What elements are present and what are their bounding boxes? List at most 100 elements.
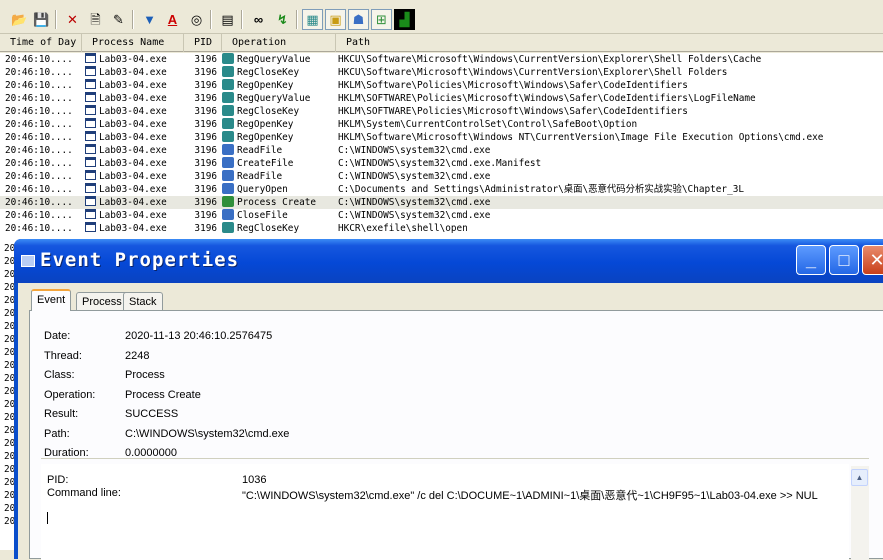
operation-name: RegCloseKey [237, 223, 300, 234]
filter-icon[interactable]: ▼ [139, 9, 160, 30]
process-name: Lab03-04.exe [99, 184, 167, 195]
column-time-of-day[interactable]: Time of Day [0, 34, 82, 52]
process-name: Lab03-04.exe [99, 106, 167, 117]
process-name: Lab03-04.exe [99, 158, 167, 169]
pid-label: PID: [47, 474, 69, 486]
process-icon [85, 105, 96, 115]
scroll-up-button[interactable]: ▲ [851, 469, 868, 486]
result-value: SUCCESS [125, 408, 179, 420]
network-activity-icon[interactable]: ☗ [348, 9, 369, 30]
close-button[interactable]: ✕ [862, 245, 883, 275]
dialog-titlebar[interactable]: Event Properties _ □ ✕ [14, 239, 883, 283]
process-name: Lab03-04.exe [99, 80, 167, 91]
table-row[interactable]: 20:46:10.... Lab03-04.exe 3196 RegCloseKey H… [0, 222, 883, 235]
process-name: Lab03-04.exe [99, 67, 167, 78]
operation-name: RegOpenKey [237, 132, 294, 143]
process-icon [85, 53, 96, 63]
maximize-button[interactable]: □ [829, 245, 859, 275]
process-name: Lab03-04.exe [99, 145, 167, 156]
save-icon[interactable]: 💾 [31, 9, 52, 30]
operation-name: ReadFile [237, 145, 283, 156]
jump-icon[interactable]: ↯ [272, 9, 293, 30]
time-cell: 20:46:10.... [5, 171, 73, 182]
time-cell: 20:46:10.... [5, 158, 73, 169]
date-label: Date: [44, 330, 71, 342]
table-row[interactable]: 20:46:10.... Lab03-04.exe 3196 ReadFile C:\W… [0, 144, 883, 157]
detail-scrollbar[interactable]: ▲ [851, 466, 869, 560]
table-row[interactable]: 20:46:10.... Lab03-04.exe 3196 QueryOpen C:\… [0, 183, 883, 196]
process-name: Lab03-04.exe [99, 171, 167, 182]
table-row[interactable]: 20:46:10.... Lab03-04.exe 3196 ReadFile C:\W… [0, 170, 883, 183]
highlight-icon[interactable]: A [162, 9, 183, 30]
table-row[interactable]: 20:46:10.... Lab03-04.exe 3196 CreateFile C:… [0, 157, 883, 170]
dialog-title: Event Properties [40, 249, 240, 271]
path-value: C:\WINDOWS\system32\cmd.exe [125, 428, 290, 440]
column-process-name[interactable]: Process Name [82, 34, 184, 52]
time-cell: 20:46:10.... [5, 119, 73, 130]
file-activity-icon[interactable]: ▣ [325, 9, 346, 30]
date-value: 2020-11-13 20:46:10.2576475 [125, 330, 273, 342]
detail-text-box[interactable]: PID: 1036 Command line: "C:\WINDOWS\syst… [41, 464, 849, 560]
operation-cell: RegOpenKey [222, 131, 334, 144]
find-icon[interactable]: ∞ [248, 9, 269, 30]
process-cell: Lab03-04.exe [85, 209, 185, 222]
process-icon [85, 118, 96, 128]
table-row[interactable]: 20:46:10.... Lab03-04.exe 3196 Process Crea… [0, 196, 883, 209]
tab-event[interactable]: Event [31, 289, 72, 311]
path-cell: HKLM\Software\Policies\Microsoft\Windows… [338, 80, 688, 91]
operation-cell: ReadFile [222, 144, 334, 157]
process-cell: Lab03-04.exe [85, 92, 185, 105]
table-row[interactable]: 20:46:10.... Lab03-04.exe 3196 RegCloseKey H… [0, 105, 883, 118]
operation-cell: ReadFile [222, 170, 334, 183]
event-tab-panel: Date: 2020-11-13 20:46:10.2576475 Thread… [29, 310, 883, 560]
column-pid[interactable]: PID [184, 34, 222, 52]
open-icon[interactable]: 📂 [9, 9, 30, 30]
registry-activity-icon[interactable]: ▦ [302, 9, 323, 30]
registry-icon [222, 92, 234, 103]
column-operation[interactable]: Operation [222, 34, 336, 52]
window-icon [21, 255, 35, 267]
operation-cell: RegQueryValue [222, 53, 334, 66]
time-cell: 20:46:10.... [5, 210, 73, 221]
file-icon [222, 209, 234, 220]
process-icon [85, 144, 96, 154]
pid-cell: 3196 [194, 93, 217, 104]
time-cell: 20:46:10.... [5, 184, 73, 195]
column-path[interactable]: Path [336, 34, 883, 52]
operation-name: RegCloseKey [237, 106, 300, 117]
table-row[interactable]: 20:46:10.... Lab03-04.exe 3196 RegOpenKey HK… [0, 118, 883, 131]
process-cell: Lab03-04.exe [85, 196, 185, 209]
table-row[interactable]: 20:46:10.... Lab03-04.exe 3196 RegOpenKey HK… [0, 79, 883, 92]
operation-name: CreateFile [237, 158, 294, 169]
time-cell: 20:46:10.... [5, 67, 73, 78]
operation-cell: RegOpenKey [222, 79, 334, 92]
time-cell: 20:46:10.... [5, 145, 73, 156]
table-row[interactable]: 20:46:10.... Lab03-04.exe 3196 RegQueryValu… [0, 53, 883, 66]
toolbar-separator [241, 10, 243, 29]
registry-icon [222, 131, 234, 142]
tab-stack[interactable]: Stack [123, 292, 163, 312]
process-tree-icon[interactable]: ▤ [217, 9, 238, 30]
time-cell: 20:46:10.... [5, 93, 73, 104]
process-name: Lab03-04.exe [99, 54, 167, 65]
path-cell: C:\Documents and Settings\Administrator\… [338, 184, 745, 195]
capture-icon[interactable]: ✕ [62, 9, 83, 30]
operation-value: Process Create [125, 389, 201, 401]
profiling-icon[interactable]: ▟ [394, 9, 415, 30]
registry-icon [222, 53, 234, 64]
table-row[interactable]: 20:46:10.... Lab03-04.exe 3196 RegQueryValu… [0, 92, 883, 105]
target-icon[interactable]: ◎ [186, 9, 207, 30]
table-row[interactable]: 20:46:10.... Lab03-04.exe 3196 CloseFile C:\… [0, 209, 883, 222]
event-list[interactable]: 20:46:10.... Lab03-04.exe 3196 RegQueryValu… [0, 53, 883, 242]
operation-cell: RegQueryValue [222, 92, 334, 105]
table-row[interactable]: 20:46:10.... Lab03-04.exe 3196 RegOpenKey HK… [0, 131, 883, 144]
table-row[interactable]: 20:46:10.... Lab03-04.exe 3196 RegCloseKey H… [0, 66, 883, 79]
clear-icon[interactable]: ✎ [108, 9, 129, 30]
tab-process[interactable]: Process [76, 292, 128, 312]
minimize-button[interactable]: _ [796, 245, 826, 275]
process-icon [85, 170, 96, 180]
process-icon [85, 79, 96, 89]
text-caret [47, 512, 48, 524]
autoscroll-icon[interactable]: 🗎 [85, 9, 106, 30]
process-activity-icon[interactable]: ⊞ [371, 9, 392, 30]
